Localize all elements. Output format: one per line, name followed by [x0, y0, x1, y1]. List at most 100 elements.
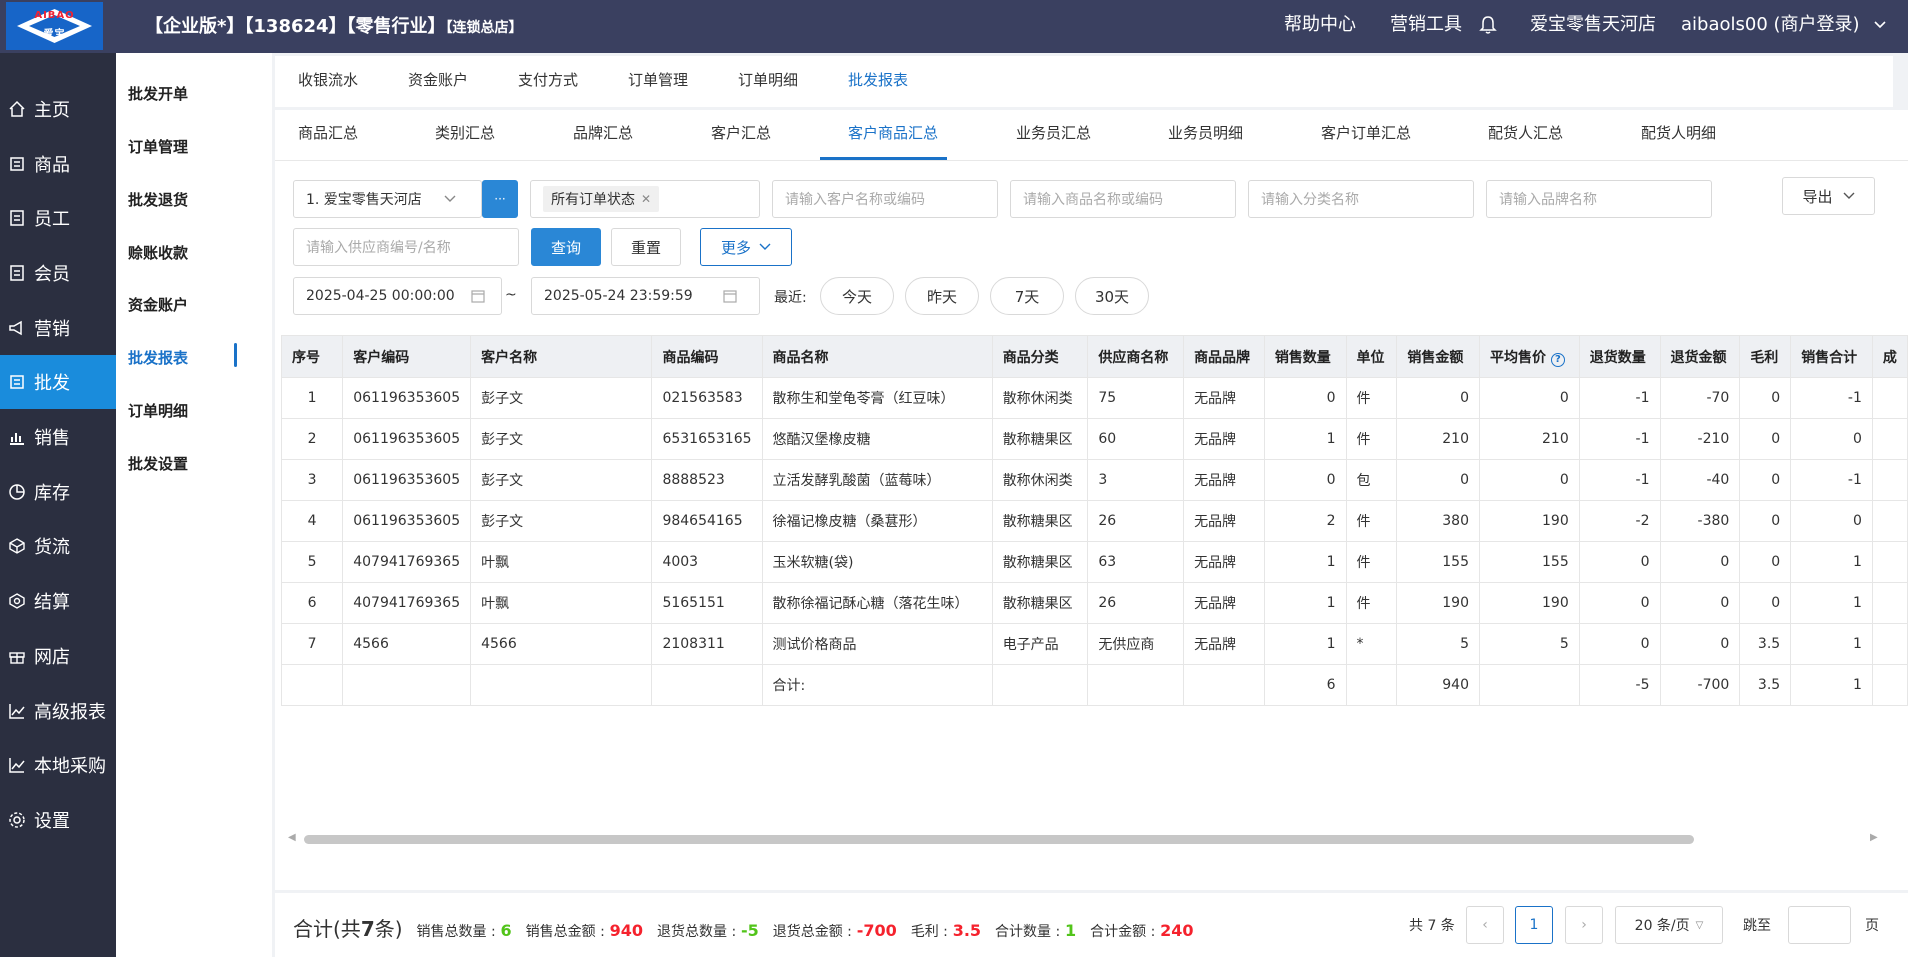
goods-input[interactable]: 请输入商品名称或编码	[1010, 180, 1236, 218]
goto-page-input[interactable]	[1788, 906, 1851, 944]
horizontal-scrollbar[interactable]	[304, 835, 1694, 844]
subnav-wholesale-order[interactable]: 批发开单	[128, 83, 188, 104]
subnav-credit-collection[interactable]: 赊账收款	[128, 242, 188, 263]
table-cell: 0	[1659, 623, 1741, 665]
nav-inventory[interactable]: 库存	[0, 465, 116, 519]
tab-order-management[interactable]: 订单管理	[628, 56, 688, 104]
nav-local-purchase[interactable]: 本地采购	[0, 738, 116, 792]
status-tag-label: 所有订单状态	[551, 192, 635, 208]
quick-today[interactable]: 今天	[820, 277, 894, 315]
tab-order-detail[interactable]: 订单明细	[738, 56, 798, 104]
user-menu[interactable]: aibaols00 (商户登录)	[1681, 0, 1887, 50]
quick-7days[interactable]: 7天	[990, 277, 1064, 315]
subnav-fund-account[interactable]: 资金账户	[128, 294, 188, 315]
aibao-logo[interactable]: AIBAO 爱宝	[6, 2, 103, 50]
table-cell: 1	[1263, 418, 1347, 460]
page-size-select[interactable]: 20 条/页 ▽	[1615, 906, 1723, 944]
scroll-left-icon[interactable]: ◀	[288, 832, 296, 843]
table-cell: 电子产品	[991, 623, 1089, 665]
nav-member[interactable]: 会员	[0, 246, 116, 300]
tab-customer-order-summary[interactable]: 客户订单汇总	[1321, 122, 1411, 143]
store-select[interactable]: 1. 爱宝零售天河店	[293, 180, 482, 218]
nav-logistics[interactable]: 货流	[0, 519, 116, 573]
tab-customer-summary[interactable]: 客户汇总	[711, 122, 771, 143]
close-icon[interactable]: ✕	[641, 192, 651, 206]
page-title: 【企业版*】【138624】【零售行业】【连锁总店】	[145, 0, 523, 55]
tab-picker-detail[interactable]: 配货人明细	[1641, 122, 1716, 143]
table-cell: 散称糖果区	[991, 541, 1089, 583]
customer-input[interactable]: 请输入客户名称或编码	[772, 180, 998, 218]
tab-customer-goods-summary[interactable]: 客户商品汇总	[848, 122, 938, 143]
nav-goods[interactable]: 商品	[0, 137, 116, 191]
tab-fund-account[interactable]: 资金账户	[408, 56, 468, 104]
tab-picker-summary[interactable]: 配货人汇总	[1488, 122, 1563, 143]
nav-home[interactable]: 主页	[0, 82, 116, 136]
table-cell: 1	[1790, 664, 1873, 706]
brand-input[interactable]: 请输入品牌名称	[1486, 180, 1712, 218]
subnav-wholesale-settings[interactable]: 批发设置	[128, 453, 188, 474]
nav-marketing[interactable]: 营销	[0, 301, 116, 355]
category-input[interactable]: 请输入分类名称	[1248, 180, 1474, 218]
table-cell: 210	[1479, 418, 1580, 460]
table-cell	[1871, 377, 1908, 419]
table-row[interactable]: 7 4566 4566 2108311 测试价格商品 电子产品 无供应商 无品牌 1 * 5 5 0 0 3…	[280, 623, 1908, 665]
tab-brand-summary[interactable]: 品牌汇总	[573, 122, 633, 143]
table-row[interactable]: 3 061196353605 彭子文 8888523 立活发酵乳酸菌（蓝莓味） 散称休闲类…	[280, 459, 1908, 501]
quick-yesterday[interactable]: 昨天	[905, 277, 979, 315]
table-row[interactable]: 6 407941769365 叶飘 5165151 散称徐福记酥心糖（落花生味） 散称糖果…	[280, 582, 1908, 624]
order-status-select[interactable]: 所有订单状态 ✕	[530, 180, 760, 218]
table-cell	[1871, 541, 1908, 583]
table-row[interactable]: 1 061196353605 彭子文 021563583 散称生和堂龟苓膏（红豆味） 散称…	[280, 377, 1908, 419]
bell-icon[interactable]	[1479, 15, 1497, 35]
nav-sales[interactable]: 销售	[0, 410, 116, 464]
tab-goods-summary[interactable]: 商品汇总	[298, 122, 358, 143]
nav-advanced-report[interactable]: 高级报表	[0, 684, 116, 738]
col-header: 销售数量	[1263, 335, 1347, 378]
nav-wholesale[interactable]: 批发	[0, 355, 116, 409]
subnav-order-detail[interactable]: 订单明细	[128, 400, 188, 421]
subnav-wholesale-report[interactable]: 批发报表	[128, 347, 188, 368]
table-row[interactable]: 4 061196353605 彭子文 984654165 徐福记橡皮糖（桑葚形） 散称糖果…	[280, 500, 1908, 542]
table-cell: 彭子文	[470, 377, 653, 419]
next-page-button[interactable]: ›	[1565, 906, 1603, 944]
quick-30days[interactable]: 30天	[1075, 277, 1149, 315]
date-separator: ~	[505, 287, 517, 303]
tabs-divider	[275, 160, 1908, 161]
return-amt-value: -700	[856, 921, 897, 940]
tab-salesman-detail[interactable]: 业务员明细	[1168, 122, 1243, 143]
date-to-input[interactable]: 2025-05-24 23:59:59	[531, 277, 760, 315]
tab-payment-method[interactable]: 支付方式	[518, 56, 578, 104]
more-button[interactable]: 更多	[700, 228, 792, 266]
table-row[interactable]: 2 061196353605 彭子文 6531653165 悠酷汉堡橡皮糖 散称糖果区 60…	[280, 418, 1908, 460]
prev-page-button[interactable]: ‹	[1466, 906, 1504, 944]
table-cell: 无品牌	[1183, 377, 1265, 419]
nav-staff[interactable]: 员工	[0, 191, 116, 245]
subnav-order-management[interactable]: 订单管理	[128, 136, 188, 157]
col-header: 商品品牌	[1183, 335, 1265, 378]
nav-label: 销售	[34, 428, 70, 449]
store-switcher[interactable]: 爱宝零售天河店	[1530, 0, 1656, 50]
tab-cashier-flow[interactable]: 收银流水	[298, 56, 358, 104]
page-number-current[interactable]: 1	[1515, 906, 1553, 944]
tab-category-summary[interactable]: 类别汇总	[435, 122, 495, 143]
nav-settlement[interactable]: 结算	[0, 574, 116, 628]
date-from-input[interactable]: 2025-04-25 00:00:00	[293, 277, 502, 315]
date-to-value: 2025-05-24 23:59:59	[544, 288, 693, 304]
nav-webstore[interactable]: 网店	[0, 629, 116, 683]
query-button[interactable]: 查询	[531, 228, 601, 266]
scroll-right-icon[interactable]: ▶	[1870, 832, 1878, 843]
tab-salesman-summary[interactable]: 业务员汇总	[1016, 122, 1091, 143]
subnav-wholesale-return[interactable]: 批发退货	[128, 189, 188, 210]
marketing-tools-link[interactable]: 营销工具	[1390, 0, 1462, 50]
table-row[interactable]: 5 407941769365 叶飘 4003 玉米软糖(袋) 散称糖果区 63 无品牌 1 件 15…	[280, 541, 1908, 583]
table-cell	[1871, 623, 1908, 665]
nav-settings[interactable]: 设置	[0, 793, 116, 847]
export-button[interactable]: 导出	[1782, 177, 1875, 215]
table-total-row[interactable]: 合计: 6 940 -5 -700 3.5 1	[280, 664, 1908, 706]
help-icon[interactable]: ?	[1550, 352, 1565, 367]
store-picker-button[interactable]: ···	[482, 180, 518, 218]
reset-button[interactable]: 重置	[611, 228, 681, 266]
supplier-input[interactable]: 请输入供应商编号/名称	[293, 228, 519, 266]
help-center-link[interactable]: 帮助中心	[1284, 0, 1356, 50]
tab-wholesale-report[interactable]: 批发报表	[848, 56, 908, 104]
